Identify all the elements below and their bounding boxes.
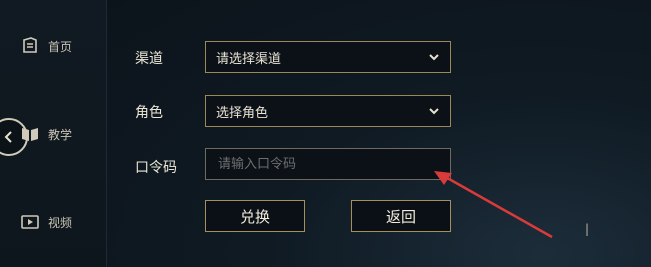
book-icon xyxy=(20,124,40,144)
sidebar: 首页 教学 视频 xyxy=(0,0,107,267)
channel-select-value: 请选择渠道 xyxy=(216,51,282,67)
code-input[interactable] xyxy=(216,155,440,173)
chevron-down-icon xyxy=(428,105,440,117)
sidebar-item-label: 教学 xyxy=(48,127,73,142)
chevron-left-icon xyxy=(4,131,12,143)
role-label: 角色 xyxy=(135,105,163,121)
redeem-button[interactable]: 兑换 xyxy=(205,200,305,232)
sidebar-item-home[interactable]: 首页 xyxy=(20,36,72,56)
annotation-arrow xyxy=(434,171,553,239)
code-input-box[interactable] xyxy=(205,148,451,180)
sidebar-item-video[interactable]: 视频 xyxy=(20,212,72,232)
sidebar-item-label: 首页 xyxy=(48,39,73,54)
scroll-marker: | xyxy=(585,222,590,236)
home-icon xyxy=(20,36,40,56)
video-icon xyxy=(20,212,40,232)
channel-label: 渠道 xyxy=(135,51,163,67)
channel-select[interactable]: 请选择渠道 xyxy=(205,41,451,73)
code-label: 口令码 xyxy=(135,160,177,176)
sidebar-item-label: 视频 xyxy=(48,215,73,230)
role-select-value: 选择角色 xyxy=(216,105,269,121)
chevron-down-icon xyxy=(428,51,440,63)
sidebar-item-teaching[interactable]: 教学 xyxy=(20,124,72,144)
role-select[interactable]: 选择角色 xyxy=(205,95,451,127)
